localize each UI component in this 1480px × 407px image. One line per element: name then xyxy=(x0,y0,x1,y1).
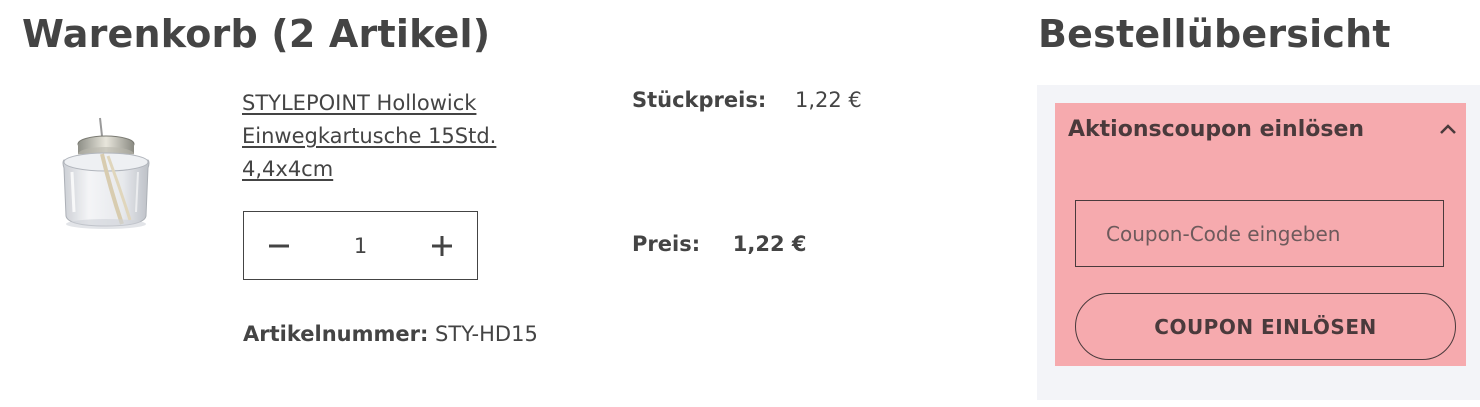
unit-price-value: 1,22 € xyxy=(794,88,862,112)
quantity-value[interactable]: 1 xyxy=(314,234,407,258)
price-label: Preis: xyxy=(632,232,701,256)
coupon-section: Aktionscoupon einlösen COUPON EINLÖSEN xyxy=(1055,103,1466,366)
coupon-title: Aktionscoupon einlösen xyxy=(1068,116,1365,142)
article-number: Artikelnummer: STY-HD15 xyxy=(243,322,538,346)
decrease-quantity-button[interactable] xyxy=(244,212,314,279)
order-summary-title: Bestellübersicht xyxy=(1038,12,1391,56)
unit-price-label: Stückpreis: xyxy=(632,88,767,112)
increase-quantity-button[interactable] xyxy=(407,212,477,279)
candle-cartridge-icon[interactable] xyxy=(50,108,160,238)
price-value: 1,22 € xyxy=(732,232,807,256)
unit-price: Stückpreis: 1,22 € xyxy=(632,88,862,112)
product-name-line-1: STYLEPOINT Hollowick xyxy=(242,91,477,115)
cart-title: Warenkorb (2 Artikel) xyxy=(22,12,491,56)
product-name-line-3: 4,4x4cm xyxy=(242,157,334,181)
coupon-code-input[interactable] xyxy=(1075,200,1444,267)
total-price: Preis: 1,22 € xyxy=(632,232,807,256)
product-name-link[interactable]: STYLEPOINT Hollowick Einwegkartusche 15S… xyxy=(242,87,542,186)
article-number-label: Artikelnummer: xyxy=(243,322,429,346)
redeem-coupon-button[interactable]: COUPON EINLÖSEN xyxy=(1075,293,1456,360)
cart-page: Warenkorb (2 Artikel) STYLEPOINT Hollowi… xyxy=(0,0,1480,407)
chevron-up-icon[interactable] xyxy=(1438,119,1458,139)
coupon-accordion-header[interactable]: Aktionscoupon einlösen xyxy=(1068,109,1458,149)
minus-icon xyxy=(269,244,289,247)
plus-icon xyxy=(432,235,452,256)
quantity-stepper: 1 xyxy=(243,211,478,280)
article-number-value: STY-HD15 xyxy=(435,322,538,346)
product-name-line-2: Einwegkartusche 15Std. xyxy=(242,124,497,148)
